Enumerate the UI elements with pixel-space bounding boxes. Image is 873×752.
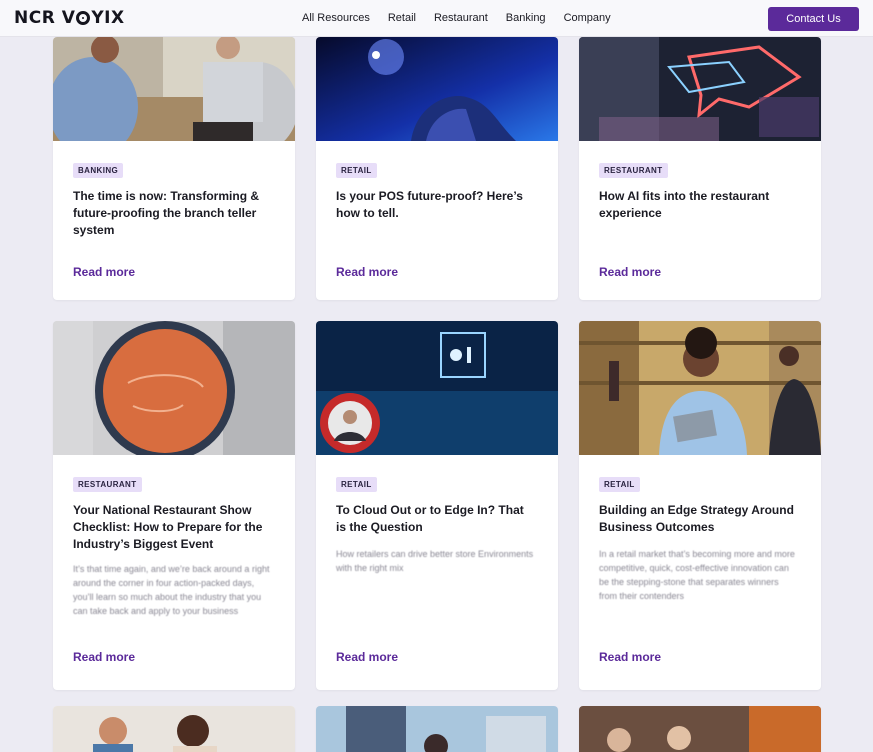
category-tag: BANKING <box>73 163 124 178</box>
nav-restaurant[interactable]: Restaurant <box>434 12 488 24</box>
read-more-link[interactable]: Read more <box>336 265 398 279</box>
article-title[interactable]: Is your POS future-proof? Here’s how to … <box>336 188 536 222</box>
article-description: How retailers can drive better store Env… <box>336 549 534 573</box>
article-card[interactable]: RETAIL Is your POS future-proof? Here’s … <box>316 37 558 300</box>
article-image <box>316 706 558 752</box>
article-title[interactable]: Your National Restaurant Show Checklist:… <box>73 502 273 553</box>
article-card[interactable] <box>53 706 295 752</box>
article-title[interactable]: Building an Edge Strategy Around Busines… <box>599 502 799 536</box>
main-nav: All Resources Retail Restaurant Banking … <box>302 12 629 24</box>
nav-all-resources[interactable]: All Resources <box>302 12 370 24</box>
article-card[interactable]: RESTAURANT How AI fits into the restaura… <box>579 37 821 300</box>
read-more-link[interactable]: Read more <box>73 265 135 279</box>
article-card[interactable]: RETAIL To Cloud Out or to Edge In? That … <box>316 321 558 690</box>
category-tag: RETAIL <box>336 477 377 492</box>
article-title[interactable]: The time is now: Transforming & future-p… <box>73 188 273 239</box>
article-card[interactable]: RETAIL Building an Edge Strategy Around … <box>579 321 821 690</box>
article-description: It’s that time again, and we’re back aro… <box>73 564 270 616</box>
category-tag: RETAIL <box>336 163 377 178</box>
read-more-link[interactable]: Read more <box>73 650 135 664</box>
nav-retail[interactable]: Retail <box>388 12 416 24</box>
article-description: In a retail market that’s becoming more … <box>599 549 795 601</box>
article-card[interactable]: RESTAURANT Your National Restaurant Show… <box>53 321 295 690</box>
ncr-voyix-logo[interactable]: NCR V YIX <box>14 8 125 28</box>
article-image <box>579 37 821 141</box>
article-card[interactable] <box>316 706 558 752</box>
article-title[interactable]: How AI fits into the restaurant experien… <box>599 188 799 222</box>
article-image <box>579 706 821 752</box>
site-header: NCR V YIX All Resources Retail Restaurant… <box>0 0 873 37</box>
article-image <box>316 321 558 455</box>
read-more-link[interactable]: Read more <box>599 650 661 664</box>
article-title[interactable]: To Cloud Out or to Edge In? That is the … <box>336 502 536 536</box>
article-card[interactable]: BANKING The time is now: Transforming & … <box>53 37 295 300</box>
read-more-link[interactable]: Read more <box>336 650 398 664</box>
article-image <box>53 37 295 141</box>
category-tag: RESTAURANT <box>599 163 668 178</box>
contact-us-button[interactable]: Contact Us <box>768 7 859 31</box>
category-tag: RESTAURANT <box>73 477 142 492</box>
read-more-link[interactable]: Read more <box>599 265 661 279</box>
nav-company[interactable]: Company <box>564 12 611 24</box>
nav-banking[interactable]: Banking <box>506 12 546 24</box>
article-image <box>316 37 558 141</box>
article-image <box>53 321 295 455</box>
article-image <box>579 321 821 455</box>
article-card[interactable] <box>579 706 821 752</box>
category-tag: RETAIL <box>599 477 640 492</box>
article-image <box>53 706 295 752</box>
